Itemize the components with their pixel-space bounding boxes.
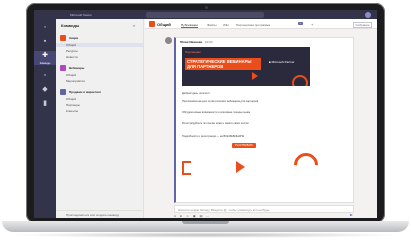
send-icon[interactable]	[350, 214, 353, 216]
post-promo-line: Подробности и регистрация — на ВСЕ ВЕБИН…	[182, 135, 245, 138]
team-item[interactable]: Продажи и маркетинг	[60, 89, 101, 95]
compose-toolbar[interactable]: A ⊕ ☺ ▣ ▤ ⋯	[174, 214, 211, 218]
banner-kicker: Партнерам	[185, 50, 201, 54]
chat-icon[interactable]: ▪	[40, 37, 50, 47]
compose-box[interactable]: Начните новую беседу. Введите @, чтобы у…	[174, 205, 354, 213]
activity-icon[interactable]: ◦	[40, 23, 50, 33]
add-tab-icon[interactable]: +	[311, 22, 313, 27]
post-author: Юлия Иванова	[180, 40, 203, 44]
rail-teams-label: Команды	[39, 62, 51, 65]
channel-item[interactable]: Общий	[66, 73, 76, 77]
channel-item[interactable]: Общий	[66, 97, 76, 101]
post-text-line: Обсудим новые возможности и ключевые тре…	[182, 111, 251, 114]
webcam	[205, 6, 208, 9]
tab-wiki[interactable]: Wiki	[223, 23, 229, 27]
team-name: Продажи и маркетинг	[69, 90, 102, 94]
bracket-decoration-icon	[182, 161, 191, 175]
filter-icon[interactable]: ⌕	[133, 23, 135, 28]
channel-item[interactable]: Партнеры	[66, 103, 80, 107]
post-text-line: Добрый день, коллеги!	[182, 92, 210, 95]
tab-partner-program[interactable]: Партнерская программа	[236, 23, 270, 27]
banner-title: СТРАТЕГИЧЕСКИЕ ВЕБИНАРЫ ДЛЯ ПАРТНЕРОВ	[185, 58, 261, 70]
meet-button[interactable]: Собрание	[353, 21, 372, 28]
team-avatar-icon	[60, 89, 66, 95]
calls-icon[interactable]: ◆	[40, 85, 50, 95]
search-input[interactable]	[146, 11, 264, 18]
compose-placeholder: Начните новую беседу. Введите @, чтобы у…	[178, 207, 271, 212]
team-item[interactable]: Акции	[60, 35, 78, 41]
author-avatar	[165, 37, 172, 44]
user-avatar[interactable]	[365, 11, 371, 18]
channel-header: Общий Публикации Файлы Wiki Партнерская …	[145, 19, 377, 29]
post-text-line: Регистрируйтесь по ссылке ниже и зовите …	[182, 122, 250, 125]
panel-title: Команды	[61, 23, 80, 28]
laptop-frame: Microsoft Teams ◦ ▪ ✚ Команды ▫ ◆ ▮ Кома…	[0, 0, 411, 241]
tab-files[interactable]: Файлы	[207, 23, 217, 27]
tab-posts[interactable]: Публикации	[181, 23, 198, 28]
calendar-icon[interactable]: ▫	[40, 71, 50, 81]
channel-team-icon	[149, 21, 155, 27]
files-icon[interactable]: ▮	[40, 99, 50, 109]
channel-item[interactable]: Новости	[66, 55, 78, 59]
post-text-line: Приглашаем на цикл стратегических вебина…	[182, 100, 259, 103]
join-create-team-link[interactable]: Присоединиться или создать команду	[56, 210, 143, 218]
channel-main: Общий Публикации Файлы Wiki Партнерская …	[145, 19, 377, 218]
post-banner-image: Партнерам СТРАТЕГИЧЕСКИЕ ВЕБИНАРЫ ДЛЯ ПА…	[182, 47, 310, 86]
ring-decoration-icon	[292, 75, 308, 86]
channel-item[interactable]: Клиенты	[66, 109, 78, 113]
channel-name: Общий	[157, 22, 171, 27]
team-name: Вебинары	[69, 66, 85, 70]
post-time: 10:32	[205, 40, 213, 44]
participate-button[interactable]: УЧАСТВОВАТЬ	[232, 143, 256, 148]
channel-item[interactable]: Мероприятия	[66, 79, 85, 83]
teams-glyph: ✚	[42, 52, 48, 59]
team-avatar-icon	[60, 65, 66, 71]
channel-item[interactable]: Ресурсы	[66, 49, 78, 53]
partner-logo: ■ Microsoft Partner	[269, 60, 295, 64]
teams-window: Microsoft Teams ◦ ▪ ✚ Команды ▫ ◆ ▮ Кома…	[34, 10, 377, 218]
team-avatar-icon	[60, 35, 66, 41]
team-item[interactable]: Вебинары	[60, 65, 84, 71]
app-title: Microsoft Teams	[70, 13, 92, 17]
teams-list-panel: Команды ⌕ Акции Общий Ресурсы Новости Ве…	[56, 19, 144, 218]
tab-badge[interactable]: +	[298, 22, 303, 25]
app-rail: ◦ ▪ ✚ Команды ▫ ◆ ▮	[34, 19, 56, 218]
play-triangle-icon	[252, 72, 258, 80]
team-name: Акции	[69, 36, 79, 40]
triangle-decoration-icon	[236, 161, 245, 173]
channel-item[interactable]: Общий	[56, 43, 143, 47]
laptop-shadow	[10, 232, 401, 238]
channel-post: Юлия Иванова 10:32 Партнерам СТРАТЕГИЧЕС…	[174, 37, 354, 203]
laptop-notch	[182, 221, 229, 224]
title-bar: Microsoft Teams	[34, 10, 377, 19]
arc-decoration-icon	[289, 148, 323, 182]
